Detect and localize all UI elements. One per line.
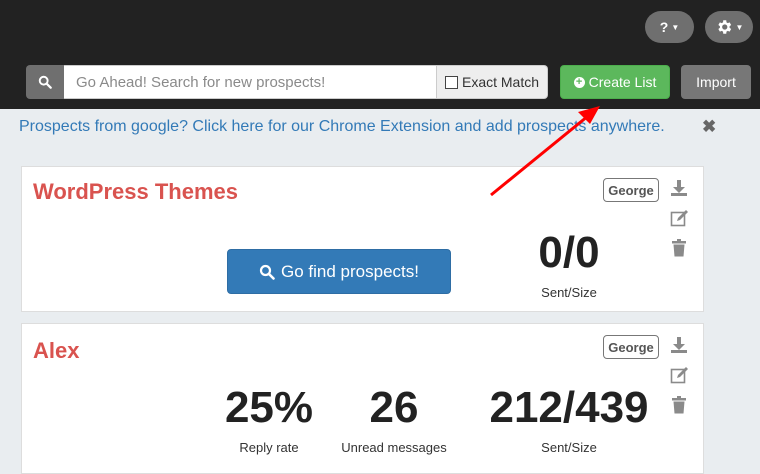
edit-icon[interactable] <box>669 365 689 385</box>
download-icon[interactable] <box>669 178 689 198</box>
import-button[interactable]: Import <box>681 65 751 99</box>
list-title[interactable]: Alex <box>33 338 79 364</box>
stat-label: Sent/Size <box>541 285 597 300</box>
plus-circle-icon: + <box>573 76 585 88</box>
stat-value: 0/0 <box>538 228 600 277</box>
chevron-down-icon: ▼ <box>735 22 744 32</box>
sent-size-stat: 212/439 Sent/Size <box>462 383 676 456</box>
exact-match-label: Exact Match <box>461 74 540 90</box>
reply-rate-stat: 25% Reply rate <box>211 383 327 456</box>
chevron-down-icon: ▼ <box>671 22 680 32</box>
stat-value: 212/439 <box>489 383 649 432</box>
gear-icon <box>717 20 731 34</box>
import-label: Import <box>696 74 736 90</box>
owner-badge: George <box>603 335 659 359</box>
search-button[interactable] <box>26 65 64 99</box>
trash-icon[interactable] <box>669 238 689 258</box>
search-bar: Exact Match <box>26 65 548 99</box>
search-icon <box>38 75 52 89</box>
settings-button[interactable]: ▼ <box>705 11 753 43</box>
help-icon: ? <box>659 19 669 35</box>
owner-badge: George <box>603 178 659 202</box>
top-toolbar: ? ▼ ▼ Exact Match + Create List Import <box>0 0 760 109</box>
close-icon[interactable]: ✖ <box>702 117 716 137</box>
create-list-button[interactable]: + Create List <box>560 65 670 99</box>
stat-label: Reply rate <box>239 440 299 455</box>
stat-label: Unread messages <box>341 440 447 455</box>
list-card: Alex George 25% Reply rate 26 Unread mes… <box>21 323 704 474</box>
stat-value: 25% <box>224 383 314 432</box>
create-list-label: Create List <box>588 74 657 90</box>
sent-size-stat: 0/0 Sent/Size <box>502 228 636 301</box>
help-button[interactable]: ? ▼ <box>645 11 694 43</box>
exact-match-checkbox[interactable] <box>444 75 458 89</box>
edit-icon[interactable] <box>669 208 689 228</box>
unread-messages-stat: 26 Unread messages <box>335 383 453 456</box>
list-title[interactable]: WordPress Themes <box>33 179 238 205</box>
chrome-extension-link[interactable]: Prospects from google? Click here for ou… <box>19 118 665 136</box>
search-input[interactable] <box>64 65 437 99</box>
list-card: WordPress Themes George Go find prospect… <box>21 166 704 312</box>
search-icon <box>259 264 275 280</box>
find-prospects-label: Go find prospects! <box>281 261 419 281</box>
stat-value: 26 <box>369 383 419 432</box>
stat-label: Sent/Size <box>541 440 597 455</box>
find-prospects-button[interactable]: Go find prospects! <box>227 249 451 294</box>
exact-match-toggle[interactable]: Exact Match <box>437 65 548 99</box>
download-icon[interactable] <box>669 335 689 355</box>
